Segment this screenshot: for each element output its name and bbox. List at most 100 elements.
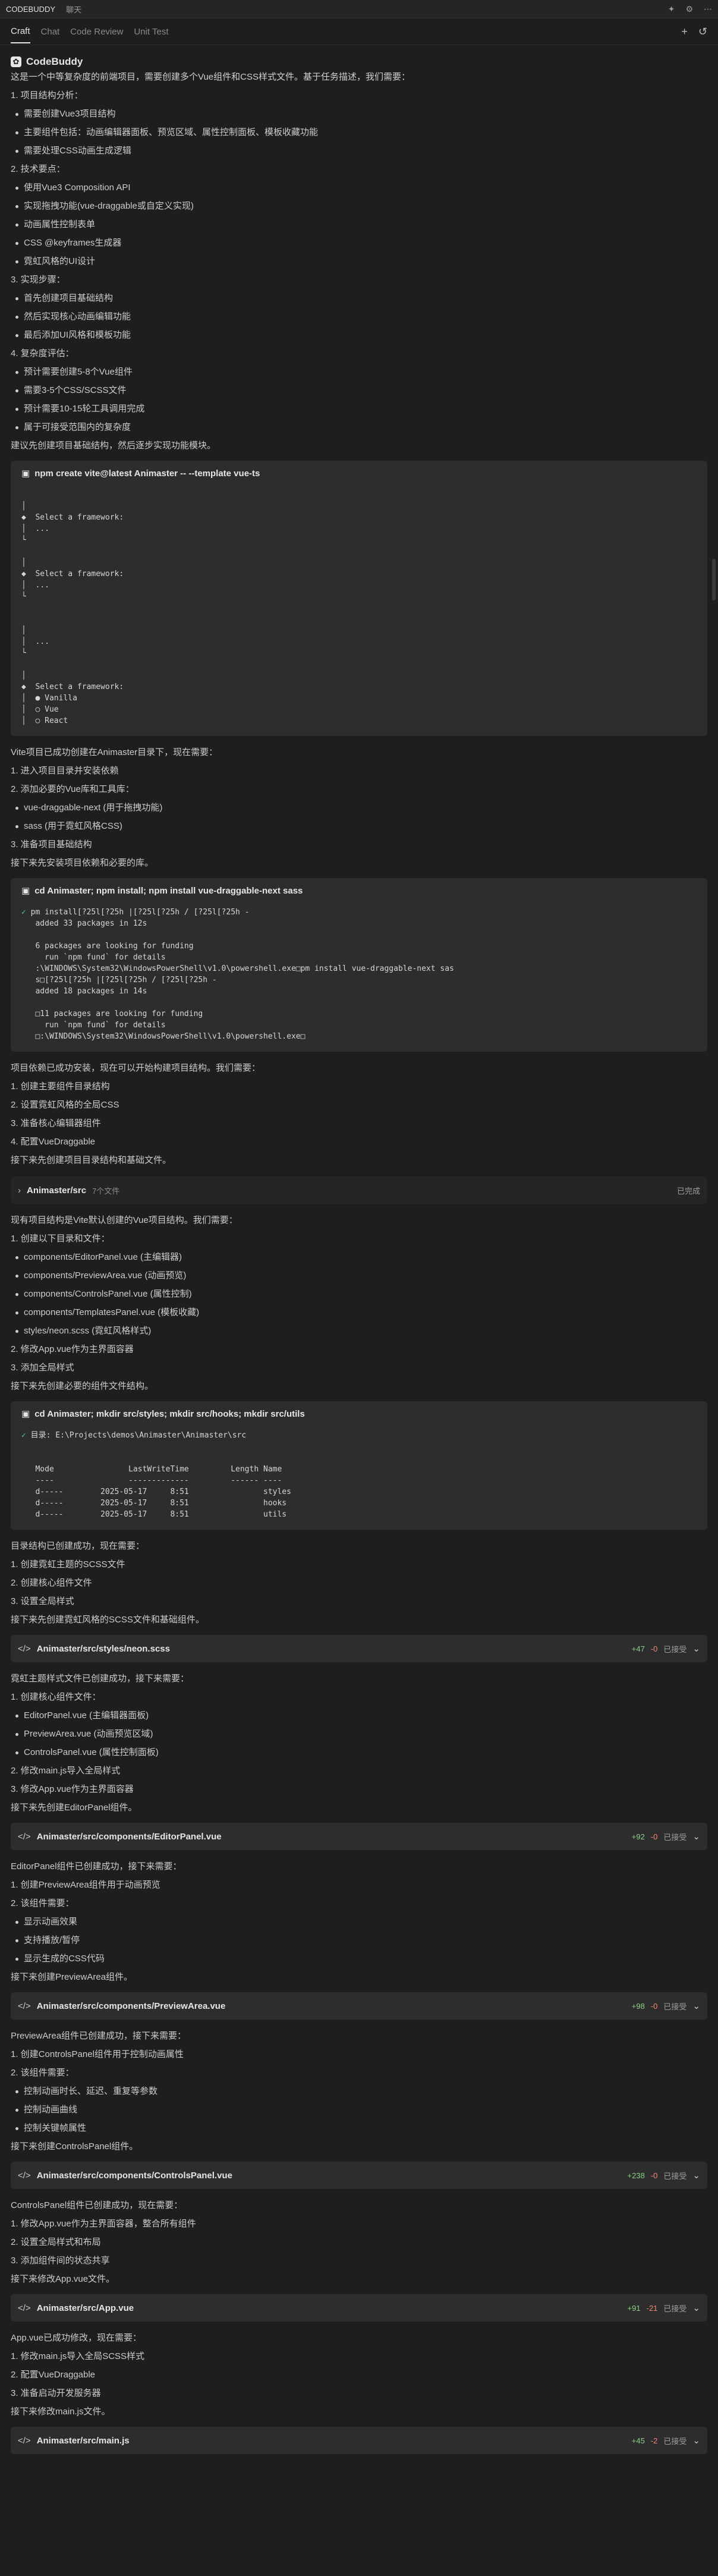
sparkle-icon[interactable]: ✦ bbox=[668, 4, 675, 14]
terminal-block-1: ▣ npm create vite@latest Animaster -- --… bbox=[11, 461, 707, 736]
list-item: 预计需要10-15轮工具调用完成 bbox=[11, 400, 707, 418]
text-line: 3. 准备启动开发服务器 bbox=[11, 2388, 101, 2398]
file-status: 已接受 bbox=[663, 1644, 687, 1654]
lines-removed: -0 bbox=[650, 2171, 658, 2180]
text-line: 2. 技术要点： bbox=[11, 164, 65, 174]
text-line: 3. 添加组件间的状态共享 bbox=[11, 2256, 110, 2266]
lines-removed: -21 bbox=[646, 2303, 658, 2313]
terminal-line: │ ○ Vue bbox=[21, 705, 59, 714]
terminal-block-2: ▣ cd Animaster; npm install; npm install… bbox=[11, 878, 707, 1052]
text-line: 1. 创建核心组件文件： bbox=[11, 1692, 101, 1702]
terminal-line: │ ... bbox=[21, 581, 49, 590]
list-item: 需要创建Vue3项目结构 bbox=[11, 105, 707, 123]
tab-craft[interactable]: Craft bbox=[11, 20, 30, 43]
plus-icon[interactable]: + bbox=[681, 26, 688, 38]
terminal-icon: ▣ bbox=[21, 886, 30, 896]
brand-name: CodeBuddy bbox=[26, 56, 83, 67]
chat-content: ✿ CodeBuddy 这是一个中等复杂度的前端项目，需要创建多个Vue组件和C… bbox=[0, 56, 718, 2454]
terminal-command-2: cd Animaster; npm install; npm install v… bbox=[34, 885, 303, 896]
chevron-right-icon[interactable]: › bbox=[18, 1185, 21, 1196]
list-item: 支持播放/暂停 bbox=[11, 1931, 707, 1949]
terminal-icon: ▣ bbox=[21, 1409, 30, 1419]
terminal-header-3: ▣ cd Animaster; mkdir src/styles; mkdir … bbox=[11, 1401, 707, 1426]
text-line: 3. 实现步骤： bbox=[11, 275, 65, 285]
title-codebuddy[interactable]: CODEBUDDY bbox=[6, 5, 55, 14]
file-name[interactable]: Animaster/src/main.js bbox=[37, 2436, 130, 2446]
chevron-down-icon[interactable]: ⌄ bbox=[692, 1643, 700, 1654]
code-icon: </> bbox=[18, 1831, 31, 1842]
more-icon[interactable]: ⋯ bbox=[704, 4, 712, 14]
brand-header: ✿ CodeBuddy bbox=[11, 56, 707, 68]
text-line: 1. 修改main.js导入全局SCSS样式 bbox=[11, 2351, 145, 2361]
chevron-down-icon[interactable]: ⌄ bbox=[692, 2001, 700, 2011]
list-item: vue-draggable-next (用于拖拽功能) bbox=[11, 798, 707, 817]
folder-row[interactable]: › Animaster/src 7个文件 已完成 bbox=[11, 1177, 707, 1204]
terminal-line: ---- ------------- ------ ---- bbox=[21, 1476, 282, 1485]
file-name[interactable]: Animaster/src/components/PreviewArea.vue bbox=[37, 2001, 226, 2011]
terminal-line: added 18 packages in 14s bbox=[21, 987, 147, 996]
file-change-controlspanel[interactable]: </> Animaster/src/components/ControlsPan… bbox=[11, 2162, 707, 2189]
list-item: 主要组件包括：动画编辑器面板、预览区域、属性控制面板、模板收藏功能 bbox=[11, 123, 707, 141]
list-item: 显示生成的CSS代码 bbox=[11, 1949, 707, 1968]
file-change-editorpanel[interactable]: </> Animaster/src/components/EditorPanel… bbox=[11, 1823, 707, 1850]
text-line: App.vue已成功修改，现在需要： bbox=[11, 2333, 142, 2343]
lines-added: +91 bbox=[627, 2303, 641, 2313]
scrollbar-thumb[interactable] bbox=[712, 559, 716, 600]
list-item: components/ControlsPanel.vue (属性控制) bbox=[11, 1285, 707, 1303]
file-change-previewarea[interactable]: </> Animaster/src/components/PreviewArea… bbox=[11, 1992, 707, 2020]
file-name[interactable]: Animaster/src/styles/neon.scss bbox=[37, 1644, 170, 1654]
terminal-line: ◆ Select a framework: bbox=[21, 682, 124, 691]
file-name[interactable]: Animaster/src/components/EditorPanel.vue bbox=[37, 1832, 222, 1842]
lines-removed: -0 bbox=[650, 1644, 658, 1653]
terminal-command-3: cd Animaster; mkdir src/styles; mkdir sr… bbox=[34, 1408, 305, 1419]
terminal-line: s□[?25l[?25h |[?25l[?25h / [?25l[?25h - bbox=[21, 976, 217, 985]
list-item: CSS @keyframes生成器 bbox=[11, 234, 707, 252]
text-line: 3. 准备项目基础结构 bbox=[11, 839, 92, 850]
terminal-output-3: ✓ 目录: E:\Projects\demos\Animaster\Animas… bbox=[11, 1426, 707, 1530]
terminal-header-1: ▣ npm create vite@latest Animaster -- --… bbox=[11, 461, 707, 486]
terminal-line: │ ○ React bbox=[21, 716, 68, 725]
text-line: 1. 创建以下目录和文件： bbox=[11, 1234, 110, 1244]
terminal-line: d----- 2025-05-17 8:51 styles bbox=[21, 1487, 291, 1496]
terminal-line: □11 packages are looking for funding bbox=[21, 1009, 203, 1018]
history-icon[interactable]: ↺ bbox=[698, 26, 707, 38]
text-line: 3. 修改App.vue作为主界面容器 bbox=[11, 1784, 134, 1794]
list-item: components/EditorPanel.vue (主编辑器) bbox=[11, 1248, 707, 1266]
list-item: sass (用于霓虹风格CSS) bbox=[11, 817, 707, 835]
code-icon: </> bbox=[18, 2170, 31, 2181]
list-item: components/PreviewArea.vue (动画预览) bbox=[11, 1266, 707, 1285]
text-line: 建议先创建项目基础结构，然后逐步实现功能模块。 bbox=[11, 441, 216, 451]
chevron-down-icon[interactable]: ⌄ bbox=[692, 2303, 700, 2313]
tab-code-review[interactable]: Code Review bbox=[70, 21, 123, 43]
chevron-down-icon[interactable]: ⌄ bbox=[692, 1831, 700, 1842]
settings-icon[interactable]: ⚙ bbox=[685, 4, 693, 14]
title-chat[interactable]: 聊天 bbox=[66, 4, 81, 15]
list-item: 实现拖拽功能(vue-draggable或自定义实现) bbox=[11, 197, 707, 215]
file-name[interactable]: Animaster/src/App.vue bbox=[37, 2303, 134, 2313]
lines-removed: -0 bbox=[650, 2001, 658, 2011]
lines-added: +45 bbox=[631, 2436, 645, 2445]
lines-added: +47 bbox=[631, 1644, 645, 1653]
file-change-main[interactable]: </> Animaster/src/main.js +45 -2 已接受 ⌄ bbox=[11, 2427, 707, 2454]
terminal-line: ✓ 目录: E:\Projects\demos\Animaster\Animas… bbox=[21, 1431, 247, 1440]
text-line: 接下来修改main.js文件。 bbox=[11, 2407, 111, 2417]
file-change-app[interactable]: </> Animaster/src/App.vue +91 -21 已接受 ⌄ bbox=[11, 2294, 707, 2322]
tab-chat[interactable]: Chat bbox=[41, 21, 60, 43]
file-status: 已接受 bbox=[663, 2002, 687, 2011]
file-change-neon[interactable]: </> Animaster/src/styles/neon.scss +47 -… bbox=[11, 1635, 707, 1662]
terminal-line: └ bbox=[21, 592, 26, 601]
chevron-down-icon[interactable]: ⌄ bbox=[692, 2170, 700, 2181]
text-line: 1. 创建霓虹主题的SCSS文件 bbox=[11, 1559, 125, 1569]
file-status: 已接受 bbox=[663, 2171, 687, 2181]
tab-unit-test[interactable]: Unit Test bbox=[134, 21, 168, 43]
list-item: EditorPanel.vue (主编辑器面板) bbox=[11, 1706, 707, 1725]
text-line: 接下来先创建霓虹风格的SCSS文件和基础组件。 bbox=[11, 1615, 204, 1625]
terminal-line: │ ... bbox=[21, 637, 49, 646]
chevron-down-icon[interactable]: ⌄ bbox=[692, 2435, 700, 2446]
file-name[interactable]: Animaster/src/components/ControlsPanel.v… bbox=[37, 2171, 232, 2181]
folder-status: 已完成 bbox=[676, 1186, 700, 1196]
